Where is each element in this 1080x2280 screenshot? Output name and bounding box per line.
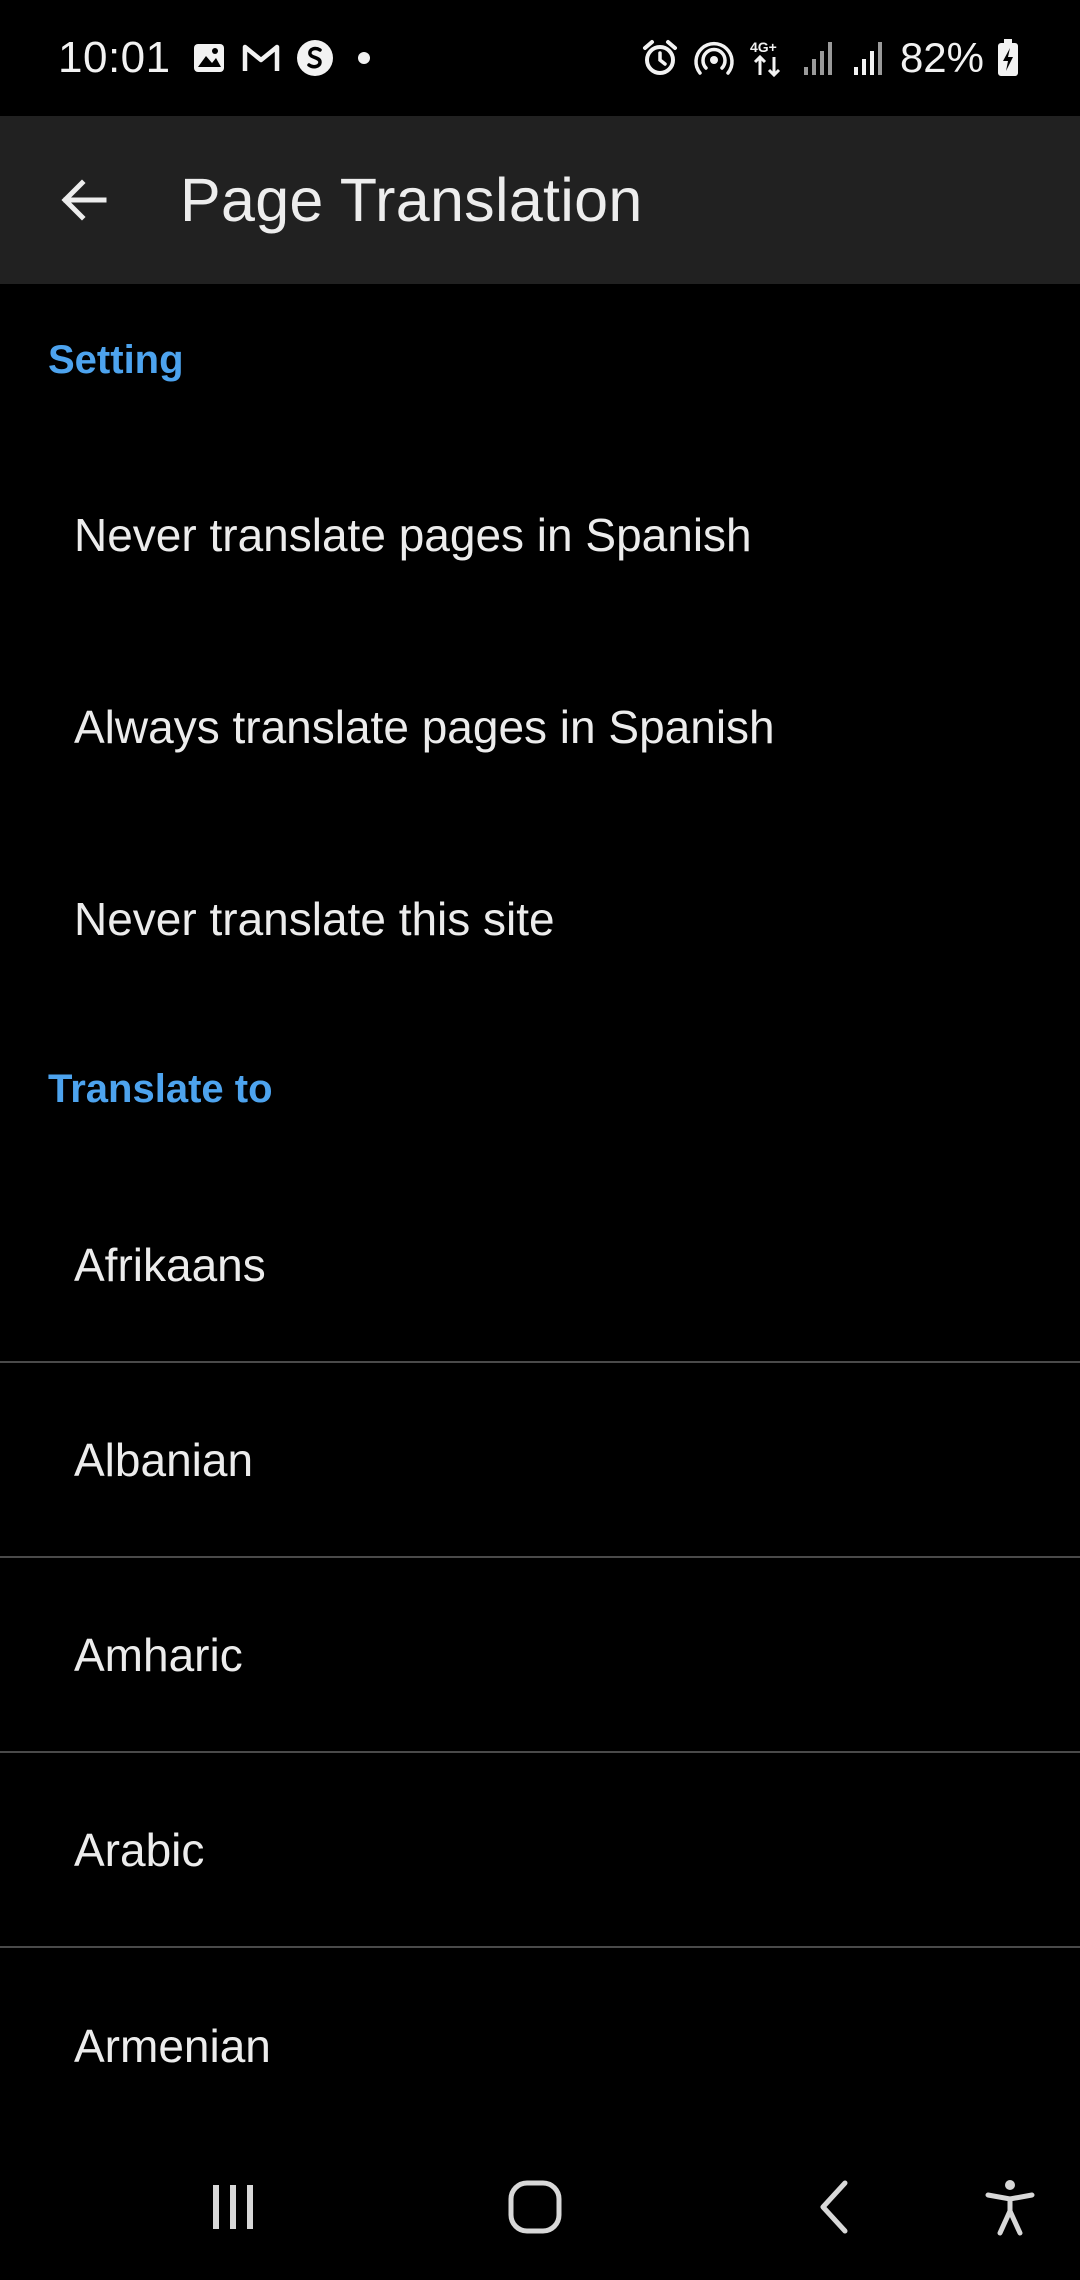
setting-never-translate-language[interactable]: Never translate pages in Spanish: [0, 440, 1080, 630]
signal-icon: [800, 39, 838, 77]
signal-icon: [850, 39, 888, 77]
language-item[interactable]: Afrikaans: [0, 1168, 1080, 1363]
status-bar: 10:01 4G+ 82%: [0, 0, 1080, 116]
arrow-left-icon: [61, 179, 107, 221]
recents-icon: [213, 2185, 253, 2229]
nav-back-button[interactable]: [767, 2134, 907, 2280]
back-icon: [820, 2180, 848, 2234]
accessibility-icon: [985, 2180, 1035, 2236]
section-header-setting: Setting: [48, 338, 184, 382]
battery-percentage: 82%: [899, 34, 984, 81]
status-right-icons: 4G+ 82%: [640, 34, 1020, 82]
app-bar: Page Translation: [0, 116, 1080, 284]
language-item[interactable]: Armenian: [0, 1948, 1080, 2143]
status-time: 10:01: [58, 33, 171, 82]
section-header-translate-to: Translate to: [48, 1067, 273, 1111]
image-icon: [191, 40, 227, 76]
navigation-bar: [0, 2134, 1080, 2280]
setting-always-translate-language[interactable]: Always translate pages in Spanish: [0, 632, 1080, 822]
alarm-icon: [640, 38, 680, 78]
status-left-icons: [191, 38, 379, 78]
home-button[interactable]: [465, 2134, 605, 2280]
hotspot-icon: [692, 38, 736, 78]
language-item[interactable]: Albanian: [0, 1363, 1080, 1558]
dot-icon: [349, 43, 379, 73]
home-icon: [508, 2180, 562, 2234]
gmail-icon: [241, 41, 281, 75]
page-title: Page Translation: [180, 166, 643, 234]
recents-button[interactable]: [163, 2134, 303, 2280]
screen: 10:01 4G+ 82% Page Translation Setting N…: [0, 0, 1080, 2280]
setting-never-translate-site[interactable]: Never translate this site: [0, 824, 1080, 1014]
accessibility-button[interactable]: [940, 2134, 1080, 2280]
language-item[interactable]: Arabic: [0, 1753, 1080, 1948]
back-button[interactable]: [0, 116, 168, 284]
language-list: Afrikaans Albanian Amharic Arabic Armeni…: [0, 1168, 1080, 2143]
svg-text:4G+: 4G+: [750, 39, 777, 55]
language-item[interactable]: Amharic: [0, 1558, 1080, 1753]
shazam-icon: [295, 38, 335, 78]
battery-charging-icon: [996, 38, 1020, 78]
network-4g-icon: 4G+: [748, 37, 788, 79]
